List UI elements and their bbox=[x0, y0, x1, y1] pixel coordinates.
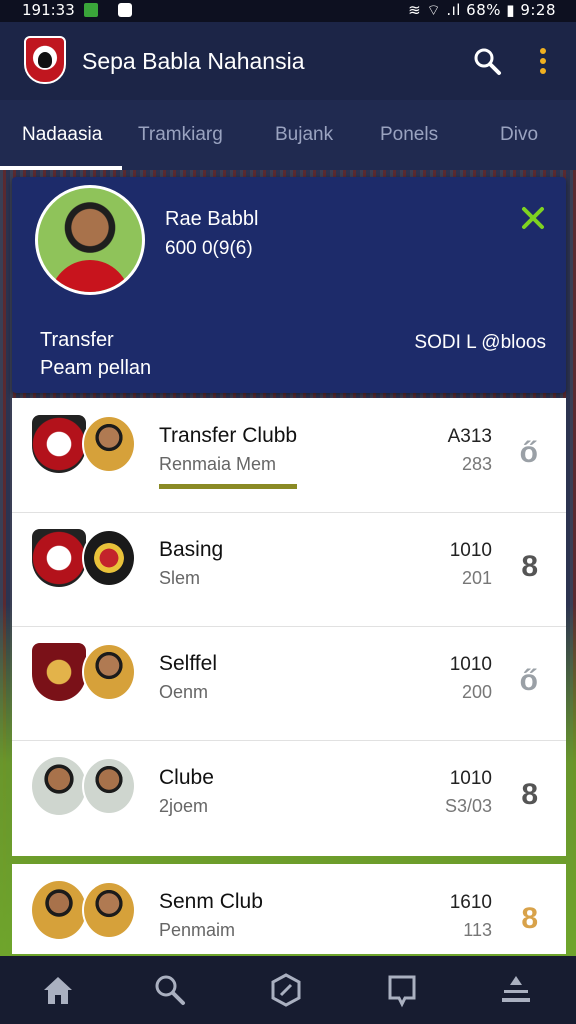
tab-divo[interactable]: Divo bbox=[500, 124, 538, 146]
item-value: 1610 bbox=[449, 892, 492, 913]
hero-handle: SODI L @bloos bbox=[414, 332, 546, 353]
club-crest-icon bbox=[32, 643, 86, 701]
club-crest-icon bbox=[32, 529, 86, 587]
item-title: Clube bbox=[159, 766, 214, 789]
item-progress-bar bbox=[159, 484, 297, 489]
tab-nadaasia[interactable]: Nadaasia bbox=[22, 124, 102, 146]
player-avatar bbox=[32, 757, 86, 815]
notification-icon bbox=[84, 3, 98, 17]
player-avatar bbox=[82, 757, 136, 815]
item-badge-icon: 8 bbox=[521, 550, 538, 583]
item-title: Basing bbox=[159, 538, 224, 561]
bottom-nav bbox=[0, 956, 576, 1024]
item-title: Transfer Clubb bbox=[159, 424, 298, 447]
item-badge-icon: ő bbox=[519, 436, 538, 469]
profile-icon[interactable] bbox=[498, 972, 534, 1008]
list-item[interactable]: Clube 2joem 1010 S3/03 8 bbox=[12, 740, 566, 854]
chat-icon[interactable] bbox=[384, 972, 420, 1008]
club-crest-icon bbox=[32, 415, 86, 473]
item-title: Senm Club bbox=[159, 890, 263, 913]
hero-label-team: Peam pellan bbox=[40, 357, 152, 379]
active-tab-indicator bbox=[0, 166, 122, 170]
item-subtitle: Slem bbox=[159, 568, 201, 588]
player-avatar bbox=[82, 881, 136, 939]
item-title: Selffel bbox=[159, 652, 217, 675]
app-notification-icon bbox=[118, 3, 132, 17]
item-subvalue: 283 bbox=[461, 454, 492, 474]
featured-player-card[interactable]: Rae Babbl 600 0(9(6) Transfer Peam pella… bbox=[12, 177, 566, 393]
club-crest-icon bbox=[82, 529, 136, 587]
home-icon[interactable] bbox=[40, 972, 76, 1008]
hero-label-transfer: Transfer bbox=[40, 329, 114, 351]
item-subtitle: Penmaim bbox=[159, 920, 236, 940]
player-avatar bbox=[82, 643, 136, 701]
item-value: 1010 bbox=[449, 540, 492, 561]
item-subvalue: 201 bbox=[461, 568, 492, 588]
item-subvalue: 200 bbox=[461, 682, 492, 702]
app-bar: Sepa Babla Nahansia bbox=[0, 22, 576, 100]
club-logo-icon bbox=[24, 36, 66, 84]
item-badge-icon: 8 bbox=[521, 778, 538, 811]
list-item[interactable]: Transfer Clubb Renmaia Mem A313 283 ő bbox=[12, 398, 566, 513]
player-value: 600 0(9(6) bbox=[165, 238, 253, 259]
item-subtitle: Oenm bbox=[159, 682, 209, 702]
list-item[interactable]: Basing Slem 1010 201 8 bbox=[12, 512, 566, 627]
item-subvalue: S3/03 bbox=[444, 796, 492, 816]
item-subtitle: 2joem bbox=[159, 796, 209, 816]
item-value: 1010 bbox=[449, 654, 492, 675]
status-right: ≋ ⌔ .ıl 68% ▮ 9:28 bbox=[408, 1, 556, 19]
tab-bar: Nadaasia Tramkiarg Bujank Ponels Divo bbox=[0, 100, 576, 170]
player-avatar bbox=[82, 415, 136, 473]
tab-bujank[interactable]: Bujank bbox=[275, 124, 333, 146]
player-name: Rae Babbl bbox=[165, 208, 259, 230]
compass-icon[interactable] bbox=[268, 972, 304, 1008]
item-subvalue: 113 bbox=[463, 920, 492, 940]
item-value: A313 bbox=[447, 426, 492, 447]
status-bar: 191:33 ≋ ⌔ .ıl 68% ▮ 9:28 bbox=[0, 0, 576, 22]
item-subtitle: Renmaia Mem bbox=[159, 454, 277, 474]
tab-ponels[interactable]: Ponels bbox=[380, 124, 438, 146]
item-badge-icon: 8 bbox=[521, 902, 538, 935]
search-icon[interactable] bbox=[472, 46, 502, 76]
app-title: Sepa Babla Nahansia bbox=[82, 48, 305, 74]
tab-tramkiarg[interactable]: Tramkiarg bbox=[138, 124, 223, 146]
list-item[interactable]: Selffel Oenm 1010 200 ő bbox=[12, 626, 566, 741]
search-icon[interactable] bbox=[152, 972, 188, 1008]
player-avatar bbox=[35, 185, 145, 295]
status-time: 191:33 bbox=[22, 1, 75, 19]
club-list-continued: Senm Club Penmaim 1610 113 8 bbox=[12, 864, 566, 954]
item-value: 1010 bbox=[449, 768, 492, 789]
player-avatar bbox=[32, 881, 86, 939]
more-menu-icon[interactable] bbox=[536, 46, 550, 76]
item-badge-icon: ő bbox=[519, 664, 538, 697]
club-list: Transfer Clubb Renmaia Mem A313 283 ő Ba… bbox=[12, 398, 566, 856]
close-icon[interactable] bbox=[520, 205, 546, 231]
